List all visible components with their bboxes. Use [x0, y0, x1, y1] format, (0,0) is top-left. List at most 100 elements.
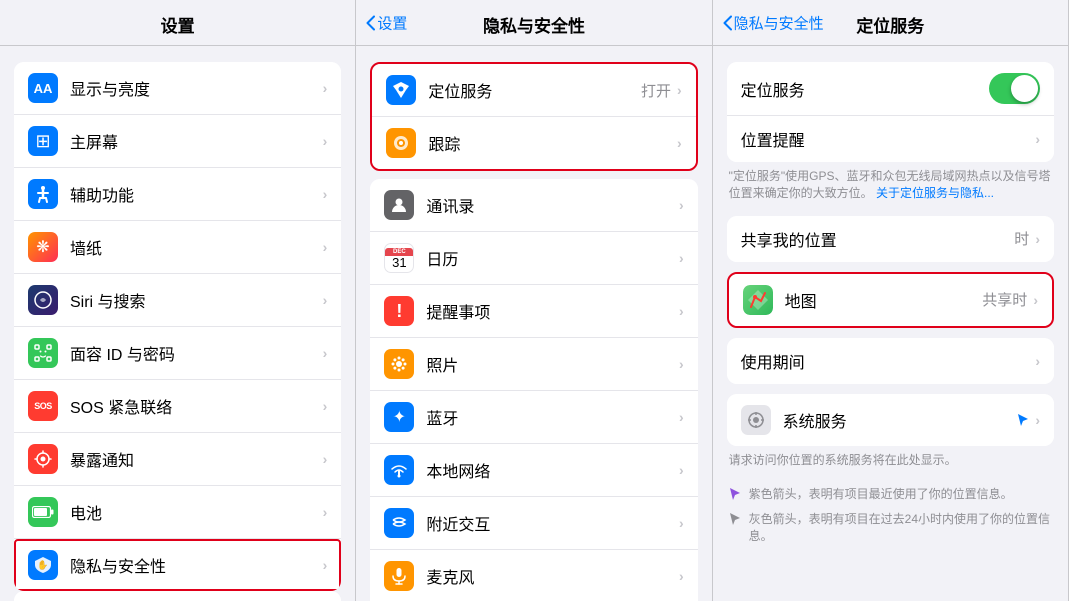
privacy-item-tracking[interactable]: 跟踪 › — [372, 117, 695, 169]
privacy-item-calendar[interactable]: DEC 31 日历 › — [370, 232, 697, 285]
maps-row[interactable]: 地图 共享时 › — [729, 274, 1052, 326]
share-location-row[interactable]: 共享我的位置 时 › — [727, 216, 1054, 262]
chevron-icon: › — [677, 82, 682, 98]
localnet-label: 本地网络 — [426, 458, 679, 482]
settings-group-top: AA 显示与亮度 › ⊞ 主屏幕 › — [14, 62, 341, 591]
back-to-settings[interactable]: 设置 — [366, 12, 407, 33]
privacy-item-photos[interactable]: 照片 › — [370, 338, 697, 391]
contacts2-icon — [384, 190, 414, 220]
siri-icon — [28, 285, 58, 315]
homescreen-icon: ⊞ — [28, 126, 58, 156]
nearby-icon — [384, 508, 414, 538]
location-toggle-label: 定位服务 — [741, 77, 989, 101]
homescreen-label: 主屏幕 — [70, 129, 323, 153]
back-label: 设置 — [377, 12, 407, 33]
settings-item-siri[interactable]: Siri 与搜索 › — [14, 274, 341, 327]
settings-item-appstore[interactable]: A App Store › — [14, 591, 341, 601]
chevron-icon: › — [323, 133, 328, 149]
location-value: 打开 — [641, 80, 671, 101]
settings-item-display[interactable]: AA 显示与亮度 › — [14, 62, 341, 115]
back-to-privacy[interactable]: 隐私与安全性 — [723, 12, 824, 33]
chevron-icon: › — [1033, 292, 1038, 308]
reminders-label: 提醒事项 — [426, 299, 679, 323]
sos-icon: SOS — [28, 391, 58, 421]
note2-text: 灰色箭头，表明有项目在过去24小时内使用了你的位置信息。 — [749, 511, 1052, 545]
svg-text:✋: ✋ — [37, 559, 48, 570]
system-desc-text: 请求访问你位置的系统服务将在此处显示。 — [729, 453, 957, 467]
settings-item-faceid[interactable]: 面容 ID 与密码 › — [14, 327, 341, 380]
location-reminder-row[interactable]: 位置提醒 › — [727, 116, 1054, 162]
panel-location-services: 隐私与安全性 定位服务 定位服务 位置提醒 › "定位服务"使用GPS、蓝牙和众… — [713, 0, 1069, 601]
system-services-group: 系统服务 › — [727, 394, 1054, 446]
chevron-icon: › — [323, 186, 328, 202]
system-services-row[interactable]: 系统服务 › — [727, 394, 1054, 446]
settings-item-accessibility[interactable]: 辅助功能 › — [14, 168, 341, 221]
chevron-icon: › — [677, 135, 682, 151]
privacy-item-reminders[interactable]: ! 提醒事项 › — [370, 285, 697, 338]
maps-icon — [743, 285, 773, 315]
share-location-value: 时 — [1014, 228, 1029, 249]
chevron-icon: › — [323, 504, 328, 520]
privacy-item-contacts[interactable]: 通讯录 › — [370, 179, 697, 232]
privacy-item-nearby[interactable]: 附近交互 › — [370, 497, 697, 550]
display-label: 显示与亮度 — [70, 76, 323, 100]
chevron-icon: › — [323, 292, 328, 308]
usage-period-group: 使用期间 › — [727, 338, 1054, 384]
settings-item-sos[interactable]: SOS SOS 紧急联络 › — [14, 380, 341, 433]
chevron-icon: › — [1035, 412, 1040, 428]
settings-content: AA 显示与亮度 › ⊞ 主屏幕 › — [0, 46, 355, 601]
location-toggle-row[interactable]: 定位服务 — [727, 62, 1054, 116]
privacy-item-localnet[interactable]: 本地网络 › — [370, 444, 697, 497]
chevron-icon: › — [323, 345, 328, 361]
privacy-item-bluetooth[interactable]: ✦ 蓝牙 › — [370, 391, 697, 444]
usage-period-label: 使用期间 — [741, 349, 1036, 373]
localnet-icon — [384, 455, 414, 485]
chevron-icon: › — [679, 515, 684, 531]
chevron-icon: › — [1035, 353, 1040, 369]
settings-item-privacy[interactable]: ✋ 隐私与安全性 › — [14, 539, 341, 591]
siri-label: Siri 与搜索 — [70, 288, 323, 312]
settings-header: 设置 — [0, 0, 355, 46]
wallpaper-icon: ❋ — [28, 232, 58, 262]
chevron-icon: › — [679, 462, 684, 478]
chevron-icon: › — [1035, 131, 1040, 147]
settings-group-mid: A App Store › 钱包与 Apple Pay › — [14, 591, 341, 601]
location-header: 隐私与安全性 定位服务 — [713, 0, 1068, 46]
usage-period-row[interactable]: 使用期间 › — [727, 338, 1054, 384]
maps-group-highlighted: 地图 共享时 › — [727, 272, 1054, 328]
tracking-label: 跟踪 — [428, 131, 677, 155]
nearby-label: 附近交互 — [426, 511, 679, 535]
photos-icon — [384, 349, 414, 379]
mic-label: 麦克风 — [426, 564, 679, 588]
location-desc: "定位服务"使用GPS、蓝牙和众包无线局域网热点以及信号塔位置来确定你的大致方位… — [713, 162, 1068, 208]
location-group-highlighted: 定位服务 打开 › 跟踪 › — [370, 62, 697, 171]
note-purple-row: 紫色箭头，表明有项目最近使用了你的位置信息。 — [713, 482, 1068, 507]
privacy-header: 设置 隐私与安全性 — [356, 0, 711, 46]
privacy-item-mic[interactable]: 麦克风 › — [370, 550, 697, 601]
privacy-content: 定位服务 打开 › 跟踪 › 通讯录 — [356, 46, 711, 601]
settings-item-exposure[interactable]: 暴露通知 › — [14, 433, 341, 486]
chevron-icon: › — [323, 451, 328, 467]
settings-item-battery[interactable]: 电池 › — [14, 486, 341, 539]
reminders-icon: ! — [384, 296, 414, 326]
note1-text: 紫色箭头，表明有项目最近使用了你的位置信息。 — [749, 486, 1013, 503]
gray-arrow-icon — [729, 512, 741, 526]
bluetooth-label: 蓝牙 — [426, 405, 679, 429]
location-toggle[interactable] — [989, 73, 1040, 104]
contacts2-label: 通讯录 — [426, 193, 679, 217]
privacy-item-location[interactable]: 定位服务 打开 › — [372, 64, 695, 117]
system-services-icon — [741, 405, 771, 435]
chevron-icon: › — [679, 568, 684, 584]
settings-item-homescreen[interactable]: ⊞ 主屏幕 › — [14, 115, 341, 168]
accessibility-label: 辅助功能 — [70, 182, 323, 206]
chevron-icon: › — [679, 250, 684, 266]
battery-icon — [28, 497, 58, 527]
chevron-icon: › — [323, 80, 328, 96]
accessibility-icon — [28, 179, 58, 209]
desc-link[interactable]: 关于定位服务与隐私... — [876, 186, 994, 200]
settings-item-wallpaper[interactable]: ❋ 墙纸 › — [14, 221, 341, 274]
chevron-icon: › — [1035, 231, 1040, 247]
chevron-icon: › — [323, 557, 328, 573]
location-arrow-icon — [1017, 413, 1029, 427]
location-title: 定位服务 — [856, 17, 924, 36]
